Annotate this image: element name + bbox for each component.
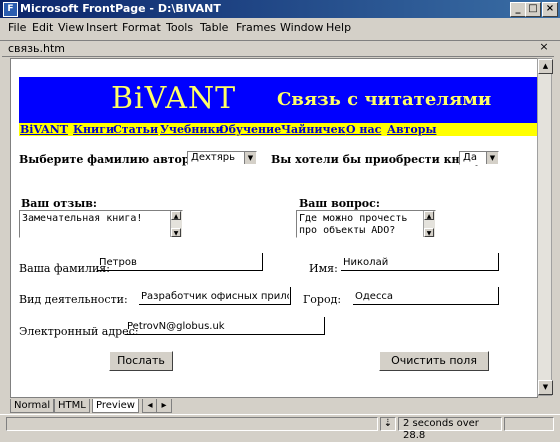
tab-preview[interactable]: Preview [92, 399, 139, 413]
chevron-down-icon: ▼ [244, 152, 256, 164]
tab-normal[interactable]: Normal [10, 399, 55, 413]
nav-bar: BiVANT Книги Статьи Учебники Обучение Ча… [19, 123, 537, 136]
occupation-input[interactable]: Разработчик офисных прилож [139, 287, 291, 305]
scroll-up-icon[interactable]: ▲ [424, 211, 434, 220]
nav-link-about[interactable]: О нас [346, 123, 381, 136]
tab-scroll-right-icon[interactable]: ▸ [156, 399, 172, 413]
window-title: Microsoft FrontPage - D:\BIVANT [20, 2, 221, 15]
close-file-icon[interactable]: × [538, 41, 550, 53]
menu-view[interactable]: View [58, 21, 84, 34]
question-label: Ваш вопрос: [299, 197, 380, 210]
bivant-logo: BiVANT [111, 81, 237, 116]
occupation-label: Вид деятельности: [19, 293, 128, 306]
reset-button[interactable]: Очистить поля [379, 351, 489, 371]
page-scrollbar[interactable]: ▲ ▼ [537, 58, 553, 396]
surname-input[interactable]: Петров [97, 253, 263, 271]
menu-window[interactable]: Window [280, 21, 323, 34]
nav-link-teapot[interactable]: Чайничек [281, 123, 346, 136]
buy-select[interactable]: Да ▼ [459, 151, 499, 165]
menu-table[interactable]: Table [200, 21, 228, 34]
buy-label: Вы хотели бы приобрести книгу: [271, 153, 486, 166]
status-extra [504, 417, 554, 431]
status-message [6, 417, 378, 431]
file-tab[interactable]: связь.htm × [2, 40, 554, 57]
status-bar: ⇣ 2 seconds over 28.8 [0, 414, 560, 441]
menu-frames[interactable]: Frames [236, 21, 276, 34]
chevron-down-icon: ▼ [486, 152, 498, 164]
download-time: 2 seconds over 28.8 [398, 417, 502, 441]
page-canvas: BiVANT Связь с читателями BiVANT Книги С… [10, 58, 538, 398]
menu-edit[interactable]: Edit [32, 21, 53, 34]
scroll-down-icon[interactable]: ▼ [171, 228, 181, 237]
author-select[interactable]: Дехтярь ▼ [187, 151, 257, 165]
menu-insert[interactable]: Insert [86, 21, 118, 34]
download-icon: ⇣ [380, 417, 396, 431]
nav-link-bivant[interactable]: BiVANT [20, 123, 68, 136]
scroll-up-icon[interactable]: ▲ [171, 211, 181, 220]
review-label: Ваш отзыв: [21, 197, 97, 210]
question-scrollbar[interactable]: ▲ ▼ [423, 211, 435, 237]
city-input[interactable]: Одесса [353, 287, 499, 305]
maximize-icon[interactable]: □ [525, 2, 541, 17]
frontpage-icon: F [3, 2, 18, 17]
submit-button[interactable]: Послать [109, 351, 173, 371]
nav-link-training[interactable]: Обучение [219, 123, 281, 136]
email-input[interactable]: PetrovN@globus.uk [125, 317, 325, 335]
name-input[interactable]: Николай [341, 253, 499, 271]
title-bar: F Microsoft FrontPage - D:\BIVANT _ □ × [0, 0, 560, 18]
scroll-down-icon[interactable]: ▼ [424, 228, 434, 237]
banner-title: Связь с читателями [277, 89, 492, 110]
menu-format[interactable]: Format [122, 21, 161, 34]
name-label: Имя: [309, 262, 338, 275]
menu-tools[interactable]: Tools [166, 21, 193, 34]
author-label: Выберите фамилию автора: [19, 153, 201, 166]
scroll-up-icon[interactable]: ▲ [538, 59, 553, 74]
city-label: Город: [303, 293, 342, 306]
nav-link-articles[interactable]: Статьи [113, 123, 158, 136]
email-label: Электронный адрес: [19, 325, 139, 338]
review-scrollbar[interactable]: ▲ ▼ [170, 211, 182, 237]
nav-link-authors[interactable]: Авторы [387, 123, 436, 136]
nav-link-books[interactable]: Книги [73, 123, 114, 136]
nav-link-textbooks[interactable]: Учебники [160, 123, 224, 136]
page-banner: BiVANT Связь с читателями [19, 77, 537, 123]
close-icon[interactable]: × [542, 2, 558, 17]
minimize-icon[interactable]: _ [510, 2, 526, 17]
view-tabs: Normal HTML Preview ◂ ▸ [10, 399, 550, 413]
menu-file[interactable]: File [8, 21, 26, 34]
review-textarea[interactable]: Замечательная книга! ▲ ▼ [19, 210, 183, 238]
menu-help[interactable]: Help [326, 21, 351, 34]
scroll-down-icon[interactable]: ▼ [538, 380, 553, 395]
file-tab-label: связь.htm [8, 42, 65, 55]
menu-bar: File Edit View Insert Format Tools Table… [0, 18, 560, 36]
question-textarea[interactable]: Где можно прочесть про объекты ADO? ▲ ▼ [296, 210, 436, 238]
tab-html[interactable]: HTML [54, 399, 90, 413]
